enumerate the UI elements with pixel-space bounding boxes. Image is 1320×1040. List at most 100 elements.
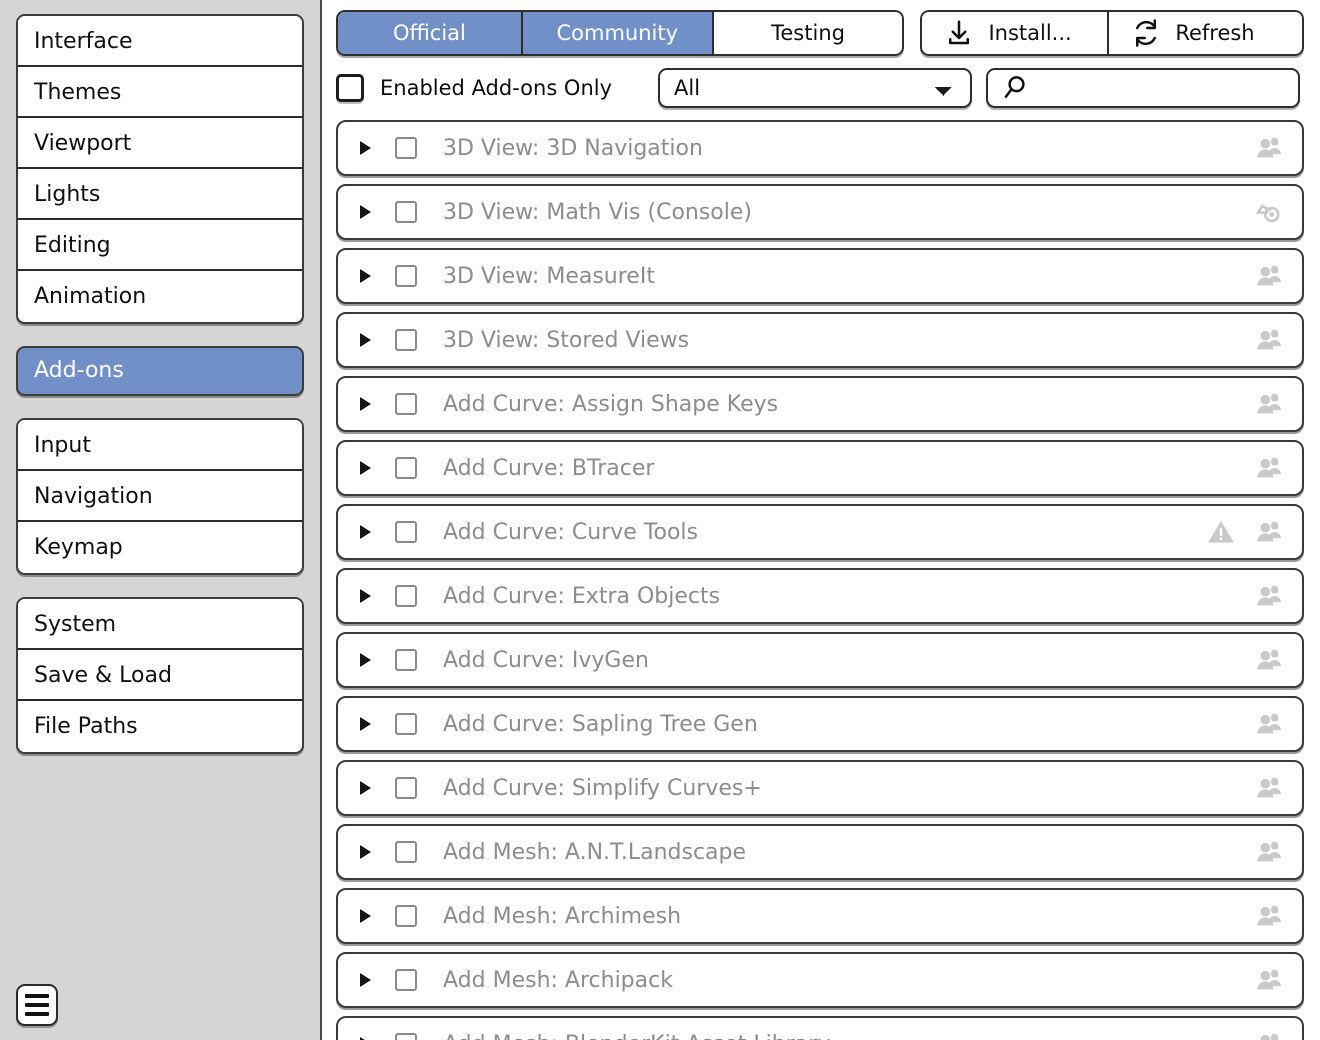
sidebar-item-interface[interactable]: Interface — [18, 16, 302, 67]
support-level-tabs: Official Community Testing — [336, 10, 905, 56]
addon-row[interactable]: Add Curve: Curve Tools — [336, 504, 1304, 560]
addon-enable-checkbox[interactable] — [395, 265, 417, 287]
community-people-icon — [1254, 133, 1284, 163]
expand-triangle-icon[interactable] — [360, 589, 371, 603]
addon-row[interactable]: Add Mesh: Archipack — [336, 952, 1304, 1008]
community-people-icon — [1254, 709, 1284, 739]
addon-row[interactable]: 3D View: Stored Views — [336, 312, 1304, 368]
enabled-only-checkbox[interactable] — [336, 74, 364, 102]
addon-row[interactable]: Add Mesh: Archimesh — [336, 888, 1304, 944]
addon-row-icons — [1254, 837, 1284, 867]
expand-triangle-icon[interactable] — [360, 333, 371, 347]
expand-triangle-icon[interactable] — [360, 525, 371, 539]
enabled-only-toggle[interactable]: Enabled Add-ons Only — [336, 74, 658, 102]
tab-official[interactable]: Official — [338, 12, 523, 54]
expand-triangle-icon[interactable] — [360, 397, 371, 411]
search-icon — [999, 73, 1029, 103]
addon-enable-checkbox[interactable] — [395, 969, 417, 991]
expand-triangle-icon[interactable] — [360, 653, 371, 667]
tab-testing[interactable]: Testing — [713, 12, 903, 54]
sidebar-item-animation[interactable]: Animation — [18, 271, 302, 322]
install-button-label: Install... — [988, 21, 1072, 45]
sidebar-item-viewport[interactable]: Viewport — [18, 118, 302, 169]
expand-triangle-icon[interactable] — [360, 781, 371, 795]
addon-row[interactable]: Add Mesh: BlenderKit Asset Library — [336, 1016, 1304, 1040]
preferences-window: Interface Themes Viewport Lights Editing Anim… — [0, 0, 1320, 1040]
community-people-icon — [1254, 645, 1284, 675]
sidebar-item-label: Add-ons — [34, 358, 124, 383]
addons-toolbar: Official Community Testing Install... Re… — [336, 10, 1304, 60]
addon-row-icons — [1254, 389, 1284, 419]
hamburger-line-icon — [25, 1003, 49, 1007]
sidebar-item-lights[interactable]: Lights — [18, 169, 302, 220]
expand-triangle-icon[interactable] — [360, 909, 371, 923]
search-input[interactable] — [1037, 75, 1287, 101]
expand-triangle-icon[interactable] — [360, 973, 371, 987]
warning-icon — [1206, 517, 1236, 547]
sidebar-group: Interface Themes Viewport Lights Editing Anim… — [16, 14, 304, 324]
addon-list: 3D View: 3D Navigation 3D View: Math Vis … — [336, 120, 1304, 1040]
sidebar-item-input[interactable]: Input — [18, 420, 302, 471]
addon-enable-checkbox[interactable] — [395, 393, 417, 415]
install-button[interactable]: Install... — [922, 12, 1110, 54]
sidebar-group-list: Interface Themes Viewport Lights Editing Anim… — [16, 14, 304, 754]
addon-enable-checkbox[interactable] — [395, 905, 417, 927]
addon-enable-checkbox[interactable] — [395, 841, 417, 863]
addon-enable-checkbox[interactable] — [395, 457, 417, 479]
addon-enable-checkbox[interactable] — [395, 713, 417, 735]
addon-row-icons — [1254, 901, 1284, 931]
addon-actions: Install... Refresh — [920, 10, 1304, 56]
sidebar-item-add-ons[interactable]: Add-ons — [16, 346, 304, 396]
addon-name-label: Add Curve: BTracer — [443, 455, 655, 481]
addon-enable-checkbox[interactable] — [395, 1033, 417, 1040]
sidebar-item-system[interactable]: System — [18, 599, 302, 650]
addon-row[interactable]: 3D View: 3D Navigation — [336, 120, 1304, 176]
addon-enable-checkbox[interactable] — [395, 649, 417, 671]
addon-row-icons — [1254, 197, 1284, 227]
addon-row-icons — [1254, 133, 1284, 163]
refresh-button[interactable]: Refresh — [1109, 12, 1302, 54]
expand-triangle-icon[interactable] — [360, 141, 371, 155]
sidebar-item-navigation[interactable]: Navigation — [18, 471, 302, 522]
sidebar-item-themes[interactable]: Themes — [18, 67, 302, 118]
addon-enable-checkbox[interactable] — [395, 777, 417, 799]
addon-name-label: Add Mesh: Archipack — [443, 967, 673, 993]
search-field[interactable] — [986, 68, 1300, 108]
addon-row-icons — [1254, 453, 1284, 483]
addon-row[interactable]: Add Curve: Sapling Tree Gen — [336, 696, 1304, 752]
expand-triangle-icon[interactable] — [360, 269, 371, 283]
sidebar-item-editing[interactable]: Editing — [18, 220, 302, 271]
addon-enable-checkbox[interactable] — [395, 137, 417, 159]
tab-community[interactable]: Community — [522, 12, 714, 54]
addon-row[interactable]: 3D View: Math Vis (Console) — [336, 184, 1304, 240]
sidebar-item-save-load[interactable]: Save & Load — [18, 650, 302, 701]
addon-row[interactable]: 3D View: MeasureIt — [336, 248, 1304, 304]
expand-triangle-icon[interactable] — [360, 717, 371, 731]
addon-row[interactable]: Add Curve: Assign Shape Keys — [336, 376, 1304, 432]
community-people-icon — [1254, 517, 1284, 547]
addon-row-icons — [1254, 1029, 1284, 1040]
expand-triangle-icon[interactable] — [360, 845, 371, 859]
addon-enable-checkbox[interactable] — [395, 585, 417, 607]
addon-row[interactable]: Add Curve: Simplify Curves+ — [336, 760, 1304, 816]
community-people-icon — [1254, 453, 1284, 483]
addon-row[interactable]: Add Curve: IvyGen — [336, 632, 1304, 688]
addon-enable-checkbox[interactable] — [395, 329, 417, 351]
refresh-icon — [1131, 18, 1161, 48]
sidebar-item-keymap[interactable]: Keymap — [18, 522, 302, 573]
sidebar-item-file-paths[interactable]: File Paths — [18, 701, 302, 752]
addon-row[interactable]: Add Mesh: A.N.T.Landscape — [336, 824, 1304, 880]
addon-enable-checkbox[interactable] — [395, 521, 417, 543]
category-select[interactable]: All — [658, 68, 972, 108]
addon-enable-checkbox[interactable] — [395, 201, 417, 223]
addon-row[interactable]: Add Curve: Extra Objects — [336, 568, 1304, 624]
community-people-icon — [1254, 581, 1284, 611]
sidebar-item-label: Lights — [34, 182, 101, 207]
addon-row[interactable]: Add Curve: BTracer — [336, 440, 1304, 496]
download-icon — [944, 18, 974, 48]
preferences-menu-button[interactable] — [16, 984, 58, 1026]
expand-triangle-icon[interactable] — [360, 461, 371, 475]
hamburger-line-icon — [25, 1012, 49, 1016]
expand-triangle-icon[interactable] — [360, 205, 371, 219]
addon-name-label: 3D View: Math Vis (Console) — [443, 199, 752, 225]
